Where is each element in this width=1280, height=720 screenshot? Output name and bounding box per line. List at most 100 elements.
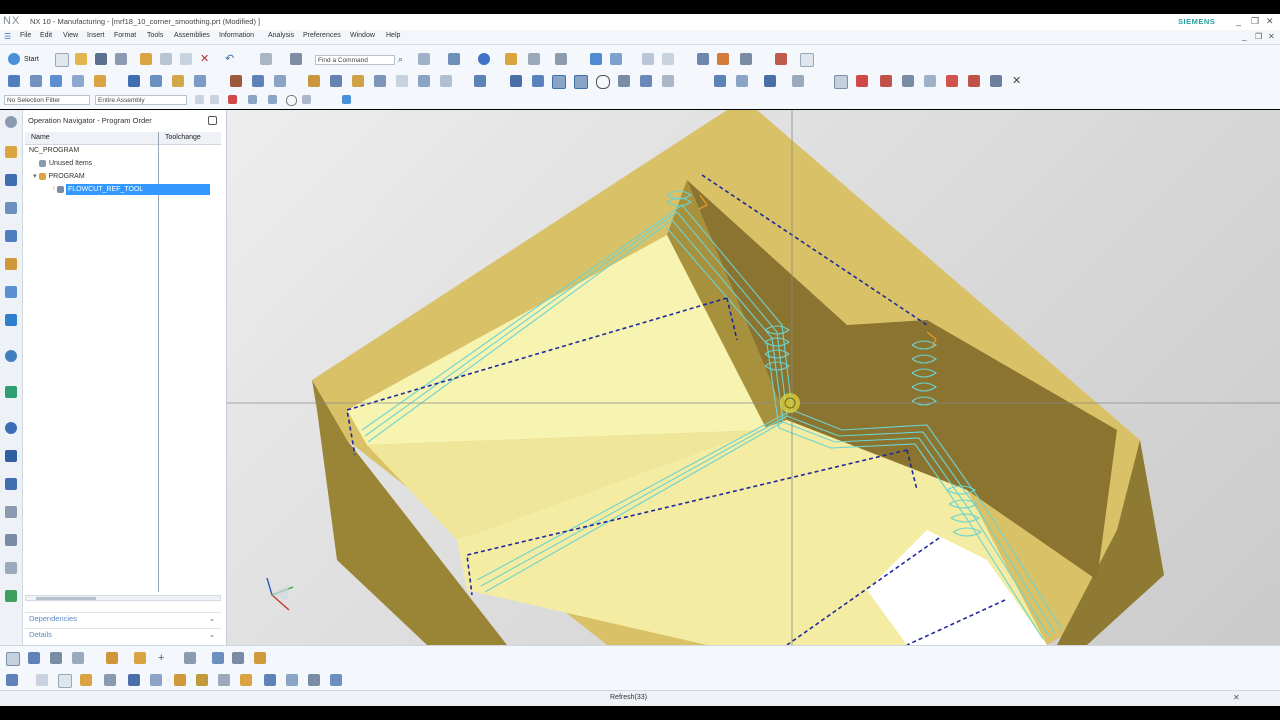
transform-object-icon[interactable] <box>128 674 140 686</box>
expand-icon[interactable]: ⌄ <box>209 614 215 624</box>
extrude-icon[interactable] <box>196 674 208 686</box>
column-toolchange[interactable]: Toolchange <box>165 133 201 143</box>
dependencies-section[interactable]: Dependencies ⌄ <box>25 612 221 625</box>
menu-edit[interactable]: Edit <box>40 32 52 39</box>
deselect-icon[interactable] <box>228 95 237 104</box>
pan-icon[interactable] <box>662 53 674 65</box>
expand-icon[interactable]: ⌄ <box>209 630 215 640</box>
generate-icon[interactable] <box>230 75 242 87</box>
clear-icon[interactable]: ✕ <box>1012 75 1024 87</box>
blank-icon[interactable] <box>58 674 72 688</box>
touch-mode-icon[interactable] <box>290 53 302 65</box>
machine-tool-icon[interactable] <box>714 75 726 87</box>
start-icon[interactable] <box>8 53 20 65</box>
menu-insert[interactable]: Insert <box>87 32 105 39</box>
render-style-icon[interactable] <box>448 53 460 65</box>
point-icon[interactable] <box>924 75 936 87</box>
analysis-icon[interactable] <box>880 75 892 87</box>
transform-icon[interactable] <box>474 75 486 87</box>
follow-icon[interactable] <box>268 95 277 104</box>
undo-icon[interactable]: ↶ <box>225 53 237 65</box>
mcs-icon[interactable] <box>792 75 804 87</box>
process-studio-icon[interactable] <box>5 478 17 490</box>
edit-object-icon[interactable] <box>440 75 452 87</box>
clipping-icon[interactable] <box>555 53 567 65</box>
draft-icon[interactable] <box>308 674 320 686</box>
ipw-icon[interactable] <box>552 75 566 89</box>
edit-icon[interactable] <box>104 674 116 686</box>
start-menu-label[interactable]: Start <box>24 55 39 65</box>
doc-restore-button[interactable]: ❐ <box>1255 32 1262 42</box>
face-rule-icon[interactable] <box>72 652 84 664</box>
circle-select-icon[interactable] <box>286 95 297 106</box>
select-all-icon[interactable] <box>210 95 219 104</box>
new-icon[interactable] <box>55 53 69 67</box>
create-geometry-icon[interactable] <box>50 75 62 87</box>
feature-icon[interactable] <box>856 75 868 87</box>
settings-icon[interactable] <box>5 116 17 128</box>
tree-item-flowcut-ref-tool[interactable]: ! FLOWCUT_REF_TOOL <box>53 184 210 195</box>
tree-item-unused-items[interactable]: Unused Items <box>39 158 92 169</box>
kinematics-icon[interactable] <box>764 75 776 87</box>
cam-resource-icon[interactable] <box>5 590 17 602</box>
menu-assemblies[interactable]: Assemblies <box>174 32 210 39</box>
view-triad-icon[interactable] <box>418 53 430 65</box>
shop-docs-icon[interactable] <box>374 75 386 87</box>
menu-view[interactable]: View <box>63 32 78 39</box>
minimize-button[interactable]: _ <box>1236 16 1241 26</box>
view-triad-icon[interactable] <box>266 577 294 611</box>
lasso-icon[interactable] <box>302 95 311 104</box>
fixture-icon[interactable] <box>736 75 748 87</box>
part-color-icon[interactable] <box>254 652 266 664</box>
feature-group-navigator-icon[interactable] <box>5 286 17 298</box>
view-select-icon[interactable] <box>342 95 351 104</box>
selection-scope-select[interactable]: Entire Assembly <box>95 95 187 105</box>
orient-icon[interactable] <box>106 652 118 664</box>
tree-item-nc-program[interactable]: NC_PROGRAM <box>29 145 79 156</box>
geometry-view-icon[interactable] <box>172 75 184 87</box>
operation-navigator-icon[interactable] <box>5 230 17 242</box>
create-program-icon[interactable] <box>8 75 20 87</box>
align-icon[interactable] <box>184 652 196 664</box>
tool-move-icon[interactable] <box>6 674 18 686</box>
shell-icon[interactable] <box>330 674 342 686</box>
part-model[interactable] <box>227 110 1280 645</box>
path-icon[interactable] <box>532 75 544 87</box>
shaded-icon[interactable] <box>478 53 490 65</box>
menu-window[interactable]: Window <box>350 32 375 39</box>
create-operation-icon[interactable] <box>94 75 106 87</box>
zoom-window-icon[interactable] <box>232 652 244 664</box>
menu-format[interactable]: Format <box>114 32 136 39</box>
menu-help[interactable]: Help <box>386 32 400 39</box>
hd3d-tools-icon[interactable] <box>5 350 17 362</box>
postprocess-icon[interactable] <box>352 75 364 87</box>
rotate-icon[interactable] <box>697 53 709 65</box>
system-scenes-icon[interactable] <box>5 562 17 574</box>
layout-icon[interactable] <box>260 53 272 65</box>
copy-icon[interactable] <box>160 53 172 65</box>
hole-icon[interactable] <box>174 674 186 686</box>
copy-object-icon[interactable] <box>36 674 48 686</box>
roles-icon[interactable] <box>5 534 17 546</box>
snap-icon[interactable] <box>590 53 602 65</box>
feeds-icon[interactable] <box>418 75 430 87</box>
trim-icon[interactable] <box>218 674 230 686</box>
scrollbar-thumb[interactable] <box>36 597 96 600</box>
attach-icon[interactable] <box>150 674 162 686</box>
maximize-button[interactable]: ❐ <box>1251 16 1259 26</box>
offset-icon[interactable] <box>286 674 298 686</box>
open-icon[interactable] <box>75 53 87 65</box>
section-view-icon[interactable] <box>212 652 224 664</box>
arrow-icon[interactable] <box>248 95 257 104</box>
system-materials-icon[interactable] <box>5 450 17 462</box>
simulate-icon[interactable] <box>330 75 342 87</box>
manufacturing-wizard-icon[interactable] <box>5 506 17 518</box>
part-navigator-icon[interactable] <box>5 202 17 214</box>
snap-point-icon[interactable] <box>195 95 204 104</box>
constraint-navigator-icon[interactable] <box>5 174 17 186</box>
pin-icon[interactable] <box>208 116 217 125</box>
menu-preferences[interactable]: Preferences <box>303 32 341 39</box>
add-icon[interactable]: + <box>158 652 170 664</box>
tool-path-edit-icon[interactable] <box>618 75 630 87</box>
doc-minimize-button[interactable]: _ <box>1242 32 1246 42</box>
